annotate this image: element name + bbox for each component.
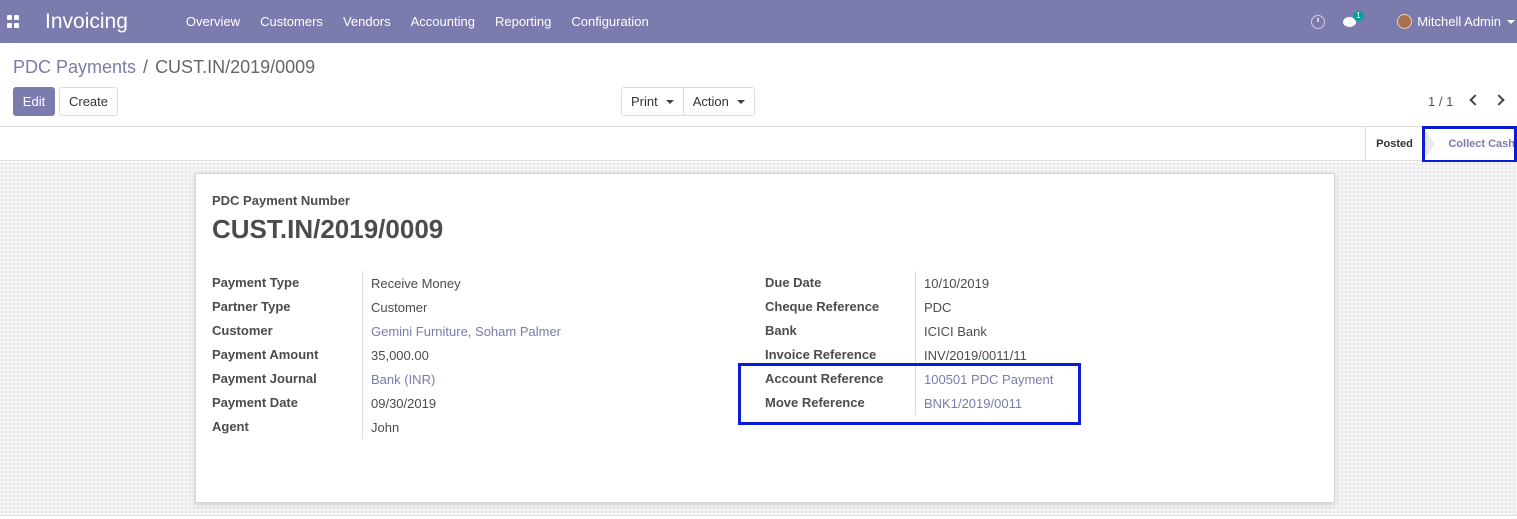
field-row: Cheque Reference PDC	[765, 295, 1053, 319]
print-dropdown[interactable]: Print	[622, 88, 683, 115]
pager-value[interactable]: 1 / 1	[1428, 94, 1453, 109]
caret-down-icon	[665, 99, 674, 104]
payment-date-value: 09/30/2019	[371, 395, 437, 411]
status-posted[interactable]: Posted	[1365, 127, 1423, 160]
left-field-group: Payment Type Receive Money Partner Type Cu…	[212, 271, 561, 439]
agent-value: John	[371, 419, 400, 435]
customer-link[interactable]: Gemini Furniture, Soham Palmer	[363, 324, 561, 339]
caret-down-icon	[736, 99, 745, 104]
field-row: Payment Type Receive Money	[212, 271, 561, 295]
field-label: Due Date	[765, 271, 916, 295]
field-row: Customer Gemini Furniture, Soham Palmer	[212, 319, 561, 343]
messaging-icon[interactable]: 1	[1343, 11, 1364, 28]
avatar[interactable]	[1397, 14, 1413, 29]
payment-type-value: Receive Money	[371, 275, 461, 291]
annotation-highlight-box	[738, 363, 1081, 425]
due-date-value: 10/10/2019	[924, 275, 990, 291]
message-count-badge: 1	[1353, 11, 1364, 21]
create-button[interactable]: Create	[59, 87, 118, 116]
field-row: Partner Type Customer	[212, 295, 561, 319]
annotation-highlight-box	[1422, 126, 1517, 163]
breadcrumb-separator: /	[143, 57, 149, 77]
menu-item-customers[interactable]: Customers	[250, 0, 333, 43]
breadcrumb: PDC Payments / CUST.IN/2019/0009	[13, 57, 315, 78]
field-label: Customer	[212, 319, 363, 343]
app-name[interactable]: Invoicing	[45, 10, 128, 34]
field-label: Payment Amount	[212, 343, 363, 367]
chevron-right-icon[interactable]	[1493, 94, 1505, 106]
navbar-systray: 1 Mitchell Admin	[1311, 0, 1517, 43]
main-menu: Overview Customers Vendors Accounting Re…	[176, 0, 659, 43]
user-menu[interactable]: Mitchell Admin	[1417, 14, 1501, 29]
breadcrumb-current: CUST.IN/2019/0009	[155, 57, 316, 77]
chevron-down-icon[interactable]	[1507, 19, 1515, 24]
invoice-reference-value: INV/2019/0011/11	[924, 347, 1027, 363]
bank-value: ICICI Bank	[924, 323, 987, 339]
apps-menu-icon[interactable]	[7, 15, 20, 28]
action-dropdown[interactable]: Action	[682, 88, 754, 115]
field-label: Payment Type	[212, 271, 363, 295]
payment-amount-value: 35,000.00	[371, 347, 429, 363]
field-row: Payment Amount 35,000.00	[212, 343, 561, 367]
edit-button[interactable]: Edit	[13, 87, 55, 116]
form-sheet: PDC Payment Number CUST.IN/2019/0009 Pay…	[195, 173, 1335, 503]
menu-item-reporting[interactable]: Reporting	[485, 0, 561, 43]
top-navbar: Invoicing Overview Customers Vendors Acc…	[0, 0, 1517, 43]
field-label: Cheque Reference	[765, 295, 916, 319]
field-row: Payment Date 09/30/2019	[212, 391, 561, 415]
statusbar: Posted Collect Cash	[0, 126, 1517, 161]
cheque-reference-value: PDC	[924, 299, 952, 315]
field-row: Bank ICICI Bank	[765, 319, 1053, 343]
breadcrumb-parent-link[interactable]: PDC Payments	[13, 57, 136, 78]
field-row: Due Date 10/10/2019	[765, 271, 1053, 295]
field-label: Payment Date	[212, 391, 363, 415]
partner-type-value: Customer	[371, 299, 428, 315]
menu-item-vendors[interactable]: Vendors	[333, 0, 401, 43]
field-label: Agent	[212, 415, 363, 439]
field-label: Partner Type	[212, 295, 363, 319]
field-row: Payment Journal Bank (INR)	[212, 367, 561, 391]
print-label: Print	[631, 94, 658, 109]
footer-divider	[0, 515, 1517, 519]
page-title: CUST.IN/2019/0009	[212, 214, 444, 244]
chevron-left-icon[interactable]	[1469, 94, 1481, 106]
field-label: Payment Journal	[212, 367, 363, 391]
menu-item-configuration[interactable]: Configuration	[561, 0, 658, 43]
payment-journal-link[interactable]: Bank (INR)	[363, 372, 435, 387]
field-label: Bank	[765, 319, 916, 343]
menu-item-accounting[interactable]: Accounting	[401, 0, 485, 43]
payment-number-label: PDC Payment Number	[212, 193, 350, 208]
sidebar-actions: Print Action	[621, 87, 755, 116]
field-row: Agent John	[212, 415, 561, 439]
action-label: Action	[692, 94, 729, 109]
activity-clock-icon[interactable]	[1311, 14, 1326, 29]
menu-item-overview[interactable]: Overview	[176, 0, 250, 43]
